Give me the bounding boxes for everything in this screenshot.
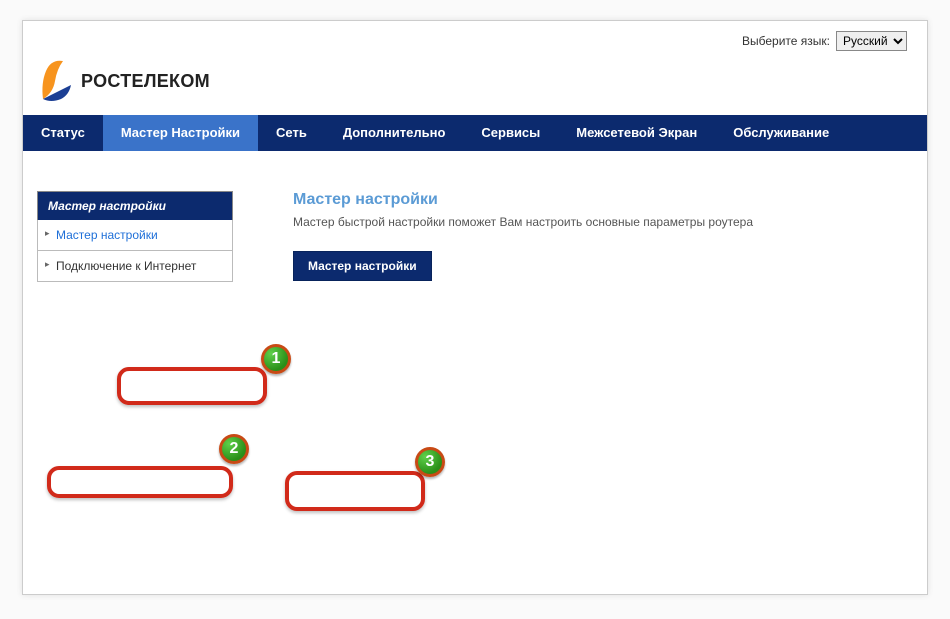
brand-name: РОСТЕЛЕКОМ	[81, 71, 210, 92]
nav-maintenance[interactable]: Обслуживание	[715, 115, 847, 151]
rostelecom-logo-icon	[37, 55, 73, 107]
language-select[interactable]: Русский	[836, 31, 907, 51]
step-badge-2: 2	[219, 434, 249, 464]
step-badge-3: 3	[415, 447, 445, 477]
nav-setup-wizard[interactable]: Мастер Настройки	[103, 115, 258, 151]
setup-wizard-button[interactable]: Мастер настройки	[293, 251, 432, 281]
page-title: Мастер настройки	[293, 191, 897, 209]
highlight-ring-2	[47, 466, 233, 498]
nav-advanced[interactable]: Дополнительно	[325, 115, 464, 151]
sidebar-item-internet-connection[interactable]: Подключение к Интернет	[37, 251, 233, 282]
body: Мастер настройки Мастер настройки Подклю…	[23, 151, 927, 282]
highlight-ring-3	[285, 471, 425, 511]
sidebar: Мастер настройки Мастер настройки Подклю…	[23, 191, 233, 282]
nav-firewall[interactable]: Межсетевой Экран	[558, 115, 715, 151]
sidebar-item-setup-wizard[interactable]: Мастер настройки	[37, 220, 233, 251]
highlight-ring-1	[117, 367, 267, 405]
router-admin-window: Выберите язык: Русский РОСТЕЛЕКОМ Статус…	[22, 20, 928, 595]
nav-status[interactable]: Статус	[23, 115, 103, 151]
nav-services[interactable]: Сервисы	[463, 115, 558, 151]
main-nav: Статус Мастер Настройки Сеть Дополнитель…	[23, 115, 927, 151]
logo-row: РОСТЕЛЕКОМ	[23, 55, 927, 115]
sidebar-header: Мастер настройки	[37, 191, 233, 220]
topbar: Выберите язык: Русский	[23, 21, 927, 55]
step-badge-1: 1	[261, 344, 291, 374]
language-label: Выберите язык:	[742, 34, 830, 48]
nav-network[interactable]: Сеть	[258, 115, 325, 151]
page-description: Мастер быстрой настройки поможет Вам нас…	[293, 215, 897, 229]
content-area: Мастер настройки Мастер быстрой настройк…	[233, 191, 927, 282]
